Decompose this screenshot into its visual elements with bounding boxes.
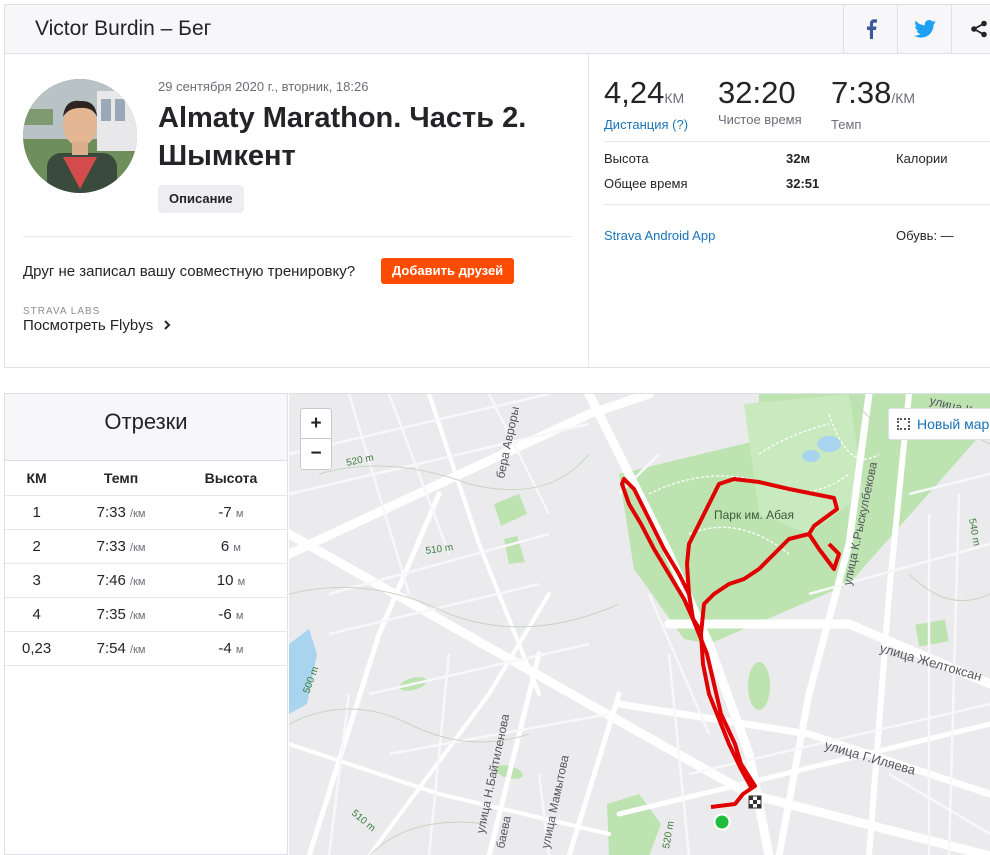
route-start-marker <box>713 813 731 831</box>
distance-stat: 4,24КМ Дистанция (?) <box>604 74 688 132</box>
map-canvas[interactable]: Парк им. Абая улица Желтоксан улица Г.Ил… <box>289 394 990 855</box>
divider <box>23 236 571 237</box>
column-header-pace: Темп <box>68 461 174 496</box>
splits-table: КМ Темп Высота 1 7:33 /км -7 м 2 7:33 /к… <box>5 461 288 666</box>
split-elevation: -4 м <box>173 631 288 666</box>
split-km: 3 <box>5 563 69 598</box>
column-header-km: КМ <box>5 461 69 496</box>
distance-value: 4,24 <box>604 75 665 110</box>
strava-labs-label: STRAVA LABS <box>23 306 101 317</box>
elapsed-time-label: Общее время <box>604 176 688 191</box>
header-title: Victor Burdin – Бег <box>35 17 212 40</box>
activity-date: 29 сентября 2020 г., вторник, 18:26 <box>158 79 369 94</box>
device-link[interactable]: Strava Android App <box>604 228 715 243</box>
avatar[interactable] <box>23 79 137 193</box>
zoom-in-button[interactable]: + <box>301 409 331 439</box>
new-route-label: Новый марш <box>917 416 990 432</box>
athlete-photo <box>23 79 137 193</box>
activity-summary: 29 сентября 2020 г., вторник, 18:26 Alma… <box>4 54 990 368</box>
split-pace: 7:35 /км <box>68 597 174 632</box>
split-km: 0,23 <box>5 631 69 666</box>
elapsed-time-value: 32:51 <box>786 176 820 191</box>
activity-header: Victor Burdin – Бег <box>4 4 990 54</box>
add-friends-button[interactable]: Добавить друзей <box>381 258 515 284</box>
moving-time-stat: 32:20 Чистое время <box>718 74 802 127</box>
flyby-link[interactable]: Посмотреть Flybys <box>23 317 171 334</box>
facebook-icon <box>866 19 877 39</box>
friend-prompt: Друг не записал вашу совместную трениров… <box>23 263 356 280</box>
description-button[interactable]: Описание <box>158 185 244 213</box>
pace-value: 7:38 <box>831 75 892 110</box>
divider <box>604 141 990 142</box>
split-elevation: -6 м <box>173 597 288 632</box>
table-row: 0,23 7:54 /км -4 м <box>5 631 288 666</box>
activity-details: 29 сентября 2020 г., вторник, 18:26 Alma… <box>5 54 589 367</box>
twitter-icon <box>913 20 936 38</box>
split-pace: 7:46 /км <box>68 563 174 598</box>
share-button[interactable] <box>951 5 990 53</box>
table-row: 4 7:35 /км -6 м <box>5 597 288 632</box>
park-label: Парк им. Абая <box>714 508 794 522</box>
table-row: 3 7:46 /км 10 м <box>5 563 288 598</box>
route-finish-marker <box>748 795 762 809</box>
split-elevation: 10 м <box>173 563 288 598</box>
splits-panel: Отрезки КМ Темп Высота 1 7:33 /км -7 м 2… <box>4 393 288 855</box>
route-map[interactable]: Парк им. Абая улица Желтоксан улица Г.Ил… <box>289 393 990 855</box>
calories-label: Калории <box>896 151 948 166</box>
distance-label[interactable]: Дистанция (?) <box>604 117 688 132</box>
split-km: 1 <box>5 495 69 530</box>
route-builder-icon <box>897 418 910 430</box>
split-pace: 7:33 /км <box>68 495 174 530</box>
new-route-button[interactable]: Новый марш <box>888 408 990 440</box>
activity-title: Almaty Marathon. Часть 2. Шымкент <box>158 102 527 172</box>
elevation-value: 32м <box>786 151 811 166</box>
split-elevation: 6 м <box>173 529 288 564</box>
elevation-label: Высота <box>604 151 649 166</box>
activity-stats: 4,24КМ Дистанция (?) 32:20 Чистое время … <box>590 54 990 367</box>
column-header-elevation: Высота <box>173 461 288 496</box>
pace-label: Темп <box>831 117 862 132</box>
facebook-share-button[interactable] <box>843 5 897 53</box>
chevron-right-icon <box>164 320 171 330</box>
shoes-info: Обувь: — <box>896 228 954 243</box>
zoom-out-button[interactable]: − <box>301 439 331 469</box>
split-km: 2 <box>5 529 69 564</box>
split-pace: 7:54 /км <box>68 631 174 666</box>
divider <box>604 204 990 205</box>
flyby-link-label: Посмотреть Flybys <box>23 317 154 334</box>
pace-unit: /КМ <box>891 90 916 106</box>
share-icon <box>970 20 987 38</box>
split-km: 4 <box>5 597 69 632</box>
distance-unit: КМ <box>664 90 685 106</box>
split-pace: 7:33 /км <box>68 529 174 564</box>
pace-stat: 7:38/КМ Темп <box>831 74 915 132</box>
table-row: 1 7:33 /км -7 м <box>5 495 288 530</box>
table-row: 2 7:33 /км 6 м <box>5 529 288 564</box>
moving-time-label: Чистое время <box>718 112 802 127</box>
split-elevation: -7 м <box>173 495 288 530</box>
zoom-controls: + − <box>300 408 332 470</box>
splits-title: Отрезки <box>5 394 287 461</box>
twitter-share-button[interactable] <box>897 5 951 53</box>
moving-time-value: 32:20 <box>718 75 796 110</box>
